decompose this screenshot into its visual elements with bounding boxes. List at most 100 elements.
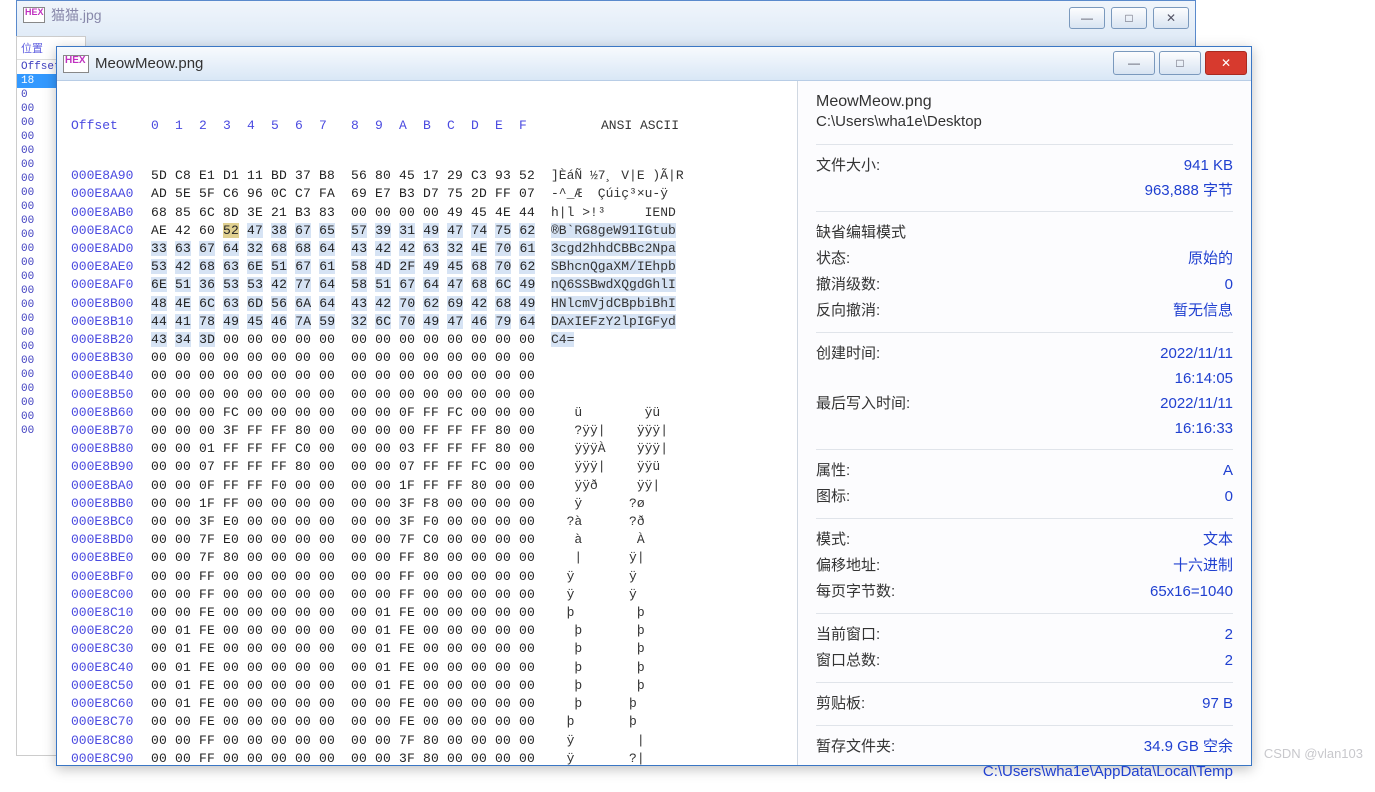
hex-bytes[interactable]: 00 01 FE 00 00 00 00 00 00 01 FE 00 00 0… bbox=[151, 659, 551, 677]
hex-row[interactable]: 000E8B8000 00 01 FF FF FF C0 00 00 00 03… bbox=[71, 440, 787, 458]
mode-value: 文本 bbox=[1203, 527, 1233, 553]
bg-minimize-button[interactable]: — bbox=[1069, 7, 1105, 29]
bpp-label: 每页字节数: bbox=[816, 579, 895, 605]
hex-bytes[interactable]: 00 00 00 00 00 00 00 00 00 00 00 00 00 0… bbox=[151, 386, 551, 404]
hex-bytes[interactable]: 6E 51 36 53 53 42 77 64 58 51 67 64 47 6… bbox=[151, 276, 551, 294]
hex-row[interactable]: 000E8AE053 42 68 63 6E 51 67 61 58 4D 2F… bbox=[71, 258, 787, 276]
hex-bytes[interactable]: 53 42 68 63 6E 51 67 61 58 4D 2F 49 45 6… bbox=[151, 258, 551, 276]
hex-bytes[interactable]: 00 00 7F E0 00 00 00 00 00 00 7F C0 00 0… bbox=[151, 531, 551, 549]
hex-bytes[interactable]: 5D C8 E1 D1 11 BD 37 B8 56 80 45 17 29 C… bbox=[151, 167, 551, 185]
hex-bytes[interactable]: 43 34 3D 00 00 00 00 00 00 00 00 00 00 0… bbox=[151, 331, 551, 349]
hex-bytes[interactable]: AD 5E 5F C6 96 0C C7 FA 69 E7 B3 D7 75 2… bbox=[151, 185, 551, 203]
hex-row[interactable]: 000E8C0000 00 FF 00 00 00 00 00 00 00 FF… bbox=[71, 586, 787, 604]
bg-close-button[interactable]: ✕ bbox=[1153, 7, 1189, 29]
hex-bytes[interactable]: 00 01 FE 00 00 00 00 00 00 01 FE 00 00 0… bbox=[151, 622, 551, 640]
hex-bytes[interactable]: 00 00 FF 00 00 00 00 00 00 00 FF 00 00 0… bbox=[151, 586, 551, 604]
hex-view[interactable]: Offset 0 1 2 3 4 5 6 7 8 9 A B C D E F A… bbox=[57, 81, 797, 765]
hex-ascii: þ þ bbox=[551, 604, 645, 622]
mtime-label: 最后写入时间: bbox=[816, 391, 910, 417]
hex-row[interactable]: 000E8BD000 00 7F E0 00 00 00 00 00 00 7F… bbox=[71, 531, 787, 549]
hex-row[interactable]: 000E8C9000 00 FF 00 00 00 00 00 00 00 3F… bbox=[71, 750, 787, 765]
hex-row[interactable]: 000E8BB000 00 1F FF 00 00 00 00 00 00 3F… bbox=[71, 495, 787, 513]
hex-offset: 000E8C40 bbox=[71, 659, 151, 677]
hex-row[interactable]: 000E8B0048 4E 6C 63 6D 56 6A 64 43 42 70… bbox=[71, 295, 787, 313]
hex-row[interactable]: 000E8B6000 00 00 FC 00 00 00 00 00 00 0F… bbox=[71, 404, 787, 422]
hex-bytes[interactable]: 00 01 FE 00 00 00 00 00 00 01 FE 00 00 0… bbox=[151, 640, 551, 658]
hex-bytes[interactable]: 00 00 FF 00 00 00 00 00 00 00 7F 80 00 0… bbox=[151, 732, 551, 750]
hex-row[interactable]: 000E8BE000 00 7F 80 00 00 00 00 00 00 FF… bbox=[71, 549, 787, 567]
clip-label: 剪贴板: bbox=[816, 691, 865, 717]
hex-offset: 000E8BF0 bbox=[71, 568, 151, 586]
hex-ascii: HNlcmVjdCBpbiBhI bbox=[551, 295, 676, 313]
hex-bytes[interactable]: 00 00 3F E0 00 00 00 00 00 00 3F F0 00 0… bbox=[151, 513, 551, 531]
hex-bytes[interactable]: 00 00 0F FF FF F0 00 00 00 00 1F FF FF 8… bbox=[151, 477, 551, 495]
window-title: MeowMeow.png bbox=[95, 55, 203, 72]
hex-row[interactable]: 000E8BC000 00 3F E0 00 00 00 00 00 00 3F… bbox=[71, 513, 787, 531]
hex-offset: 000E8BC0 bbox=[71, 513, 151, 531]
hex-row[interactable]: 000E8AF06E 51 36 53 53 42 77 64 58 51 67… bbox=[71, 276, 787, 294]
hex-bytes[interactable]: 00 00 FE 00 00 00 00 00 00 01 FE 00 00 0… bbox=[151, 604, 551, 622]
hex-row[interactable]: 000E8AB068 85 6C 8D 3E 21 B3 83 00 00 00… bbox=[71, 204, 787, 222]
hex-row[interactable]: 000E8C1000 00 FE 00 00 00 00 00 00 01 FE… bbox=[71, 604, 787, 622]
hex-row[interactable]: 000E8C6000 01 FE 00 00 00 00 00 00 00 FE… bbox=[71, 695, 787, 713]
close-button[interactable]: ✕ bbox=[1205, 51, 1247, 75]
hex-row[interactable]: 000E8C2000 01 FE 00 00 00 00 00 00 01 FE… bbox=[71, 622, 787, 640]
hex-row[interactable]: 000E8BA000 00 0F FF FF F0 00 00 00 00 1F… bbox=[71, 477, 787, 495]
attr-label: 属性: bbox=[816, 458, 850, 484]
hex-bytes[interactable]: 00 00 FF 00 00 00 00 00 00 00 3F 80 00 0… bbox=[151, 750, 551, 765]
hex-bytes[interactable]: 00 00 07 FF FF FF 80 00 00 00 07 FF FF F… bbox=[151, 458, 551, 476]
hex-bytes[interactable]: 00 01 FE 00 00 00 00 00 00 00 FE 00 00 0… bbox=[151, 695, 551, 713]
temp-label: 暂存文件夹: bbox=[816, 734, 895, 760]
hex-ascii: C4= bbox=[551, 331, 574, 349]
bg-maximize-button[interactable]: □ bbox=[1111, 7, 1147, 29]
hex-bytes[interactable]: 00 00 1F FF 00 00 00 00 00 00 3F F8 00 0… bbox=[151, 495, 551, 513]
hex-row[interactable]: 000E8C7000 00 FE 00 00 00 00 00 00 00 FE… bbox=[71, 713, 787, 731]
hex-bytes[interactable]: 33 63 67 64 32 68 68 64 43 42 42 63 32 4… bbox=[151, 240, 551, 258]
hex-bytes[interactable]: 00 00 FF 00 00 00 00 00 00 00 FF 00 00 0… bbox=[151, 568, 551, 586]
hex-offset: 000E8B80 bbox=[71, 440, 151, 458]
hex-row[interactable]: 000E8C8000 00 FF 00 00 00 00 00 00 00 7F… bbox=[71, 732, 787, 750]
hex-bytes[interactable]: AE 42 60 52 47 38 67 65 57 39 31 49 47 7… bbox=[151, 222, 551, 240]
hex-ascii: þ þ bbox=[551, 659, 645, 677]
hex-bytes[interactable]: 48 4E 6C 63 6D 56 6A 64 43 42 70 62 69 4… bbox=[151, 295, 551, 313]
hex-row[interactable]: 000E8C5000 01 FE 00 00 00 00 00 00 01 FE… bbox=[71, 677, 787, 695]
hex-bytes[interactable]: 00 00 00 00 00 00 00 00 00 00 00 00 00 0… bbox=[151, 367, 551, 385]
hex-bytes[interactable]: 00 01 FE 00 00 00 00 00 00 01 FE 00 00 0… bbox=[151, 677, 551, 695]
hex-row[interactable]: 000E8C4000 01 FE 00 00 00 00 00 00 01 FE… bbox=[71, 659, 787, 677]
hex-bytes[interactable]: 00 00 00 00 00 00 00 00 00 00 00 00 00 0… bbox=[151, 349, 551, 367]
hex-row[interactable]: 000E8B2043 34 3D 00 00 00 00 00 00 00 00… bbox=[71, 331, 787, 349]
hex-ascii: -^_Æ Çúiç³×u-ÿ bbox=[551, 185, 668, 203]
hex-bytes[interactable]: 00 00 00 3F FF FF 80 00 00 00 00 FF FF F… bbox=[151, 422, 551, 440]
hex-row[interactable]: 000E8AA0AD 5E 5F C6 96 0C C7 FA 69 E7 B3… bbox=[71, 185, 787, 203]
maximize-button[interactable]: □ bbox=[1159, 51, 1201, 75]
hex-offset: 000E8B70 bbox=[71, 422, 151, 440]
hex-row[interactable]: 000E8B4000 00 00 00 00 00 00 00 00 00 00… bbox=[71, 367, 787, 385]
hex-ascii: h|l >!³ IEND bbox=[551, 204, 676, 222]
hex-row[interactable]: 000E8AD033 63 67 64 32 68 68 64 43 42 42… bbox=[71, 240, 787, 258]
hex-bytes[interactable]: 00 00 00 FC 00 00 00 00 00 00 0F FF FC 0… bbox=[151, 404, 551, 422]
hex-ascii: SBhcnQgaXM/IEhpb bbox=[551, 258, 676, 276]
hex-ascii: þ þ bbox=[551, 640, 645, 658]
hex-row[interactable]: 000E8B7000 00 00 3F FF FF 80 00 00 00 00… bbox=[71, 422, 787, 440]
hex-ascii: DAxIEFzY2lpIGFyd bbox=[551, 313, 676, 331]
hex-row[interactable]: 000E8B9000 00 07 FF FF FF 80 00 00 00 07… bbox=[71, 458, 787, 476]
hex-row[interactable]: 000E8A905D C8 E1 D1 11 BD 37 B8 56 80 45… bbox=[71, 167, 787, 185]
titlebar[interactable]: HEX MeowMeow.png — □ ✕ bbox=[57, 47, 1251, 81]
hex-bytes[interactable]: 44 41 78 49 45 46 7A 59 32 6C 70 49 47 4… bbox=[151, 313, 551, 331]
size-label: 文件大小: bbox=[816, 153, 880, 179]
hex-bytes[interactable]: 00 00 FE 00 00 00 00 00 00 00 FE 00 00 0… bbox=[151, 713, 551, 731]
hex-bytes[interactable]: 00 00 7F 80 00 00 00 00 00 00 FF 80 00 0… bbox=[151, 549, 551, 567]
hex-row[interactable]: 000E8B5000 00 00 00 00 00 00 00 00 00 00… bbox=[71, 386, 787, 404]
minimize-button[interactable]: — bbox=[1113, 51, 1155, 75]
hex-bytes[interactable]: 68 85 6C 8D 3E 21 B3 83 00 00 00 00 49 4… bbox=[151, 204, 551, 222]
hex-row[interactable]: 000E8BF000 00 FF 00 00 00 00 00 00 00 FF… bbox=[71, 568, 787, 586]
hex-offset: 000E8AE0 bbox=[71, 258, 151, 276]
hex-row[interactable]: 000E8AC0AE 42 60 52 47 38 67 65 57 39 31… bbox=[71, 222, 787, 240]
bg-titlebar[interactable]: HEX 猫猫.jpg — □ ✕ bbox=[17, 1, 1195, 29]
hex-row[interactable]: 000E8B1044 41 78 49 45 46 7A 59 32 6C 70… bbox=[71, 313, 787, 331]
hex-offset: 000E8B40 bbox=[71, 367, 151, 385]
hex-offset: 000E8B10 bbox=[71, 313, 151, 331]
hex-bytes[interactable]: 00 00 01 FF FF FF C0 00 00 00 03 FF FF F… bbox=[151, 440, 551, 458]
hex-row[interactable]: 000E8C3000 01 FE 00 00 00 00 00 00 01 FE… bbox=[71, 640, 787, 658]
hex-row[interactable]: 000E8B3000 00 00 00 00 00 00 00 00 00 00… bbox=[71, 349, 787, 367]
